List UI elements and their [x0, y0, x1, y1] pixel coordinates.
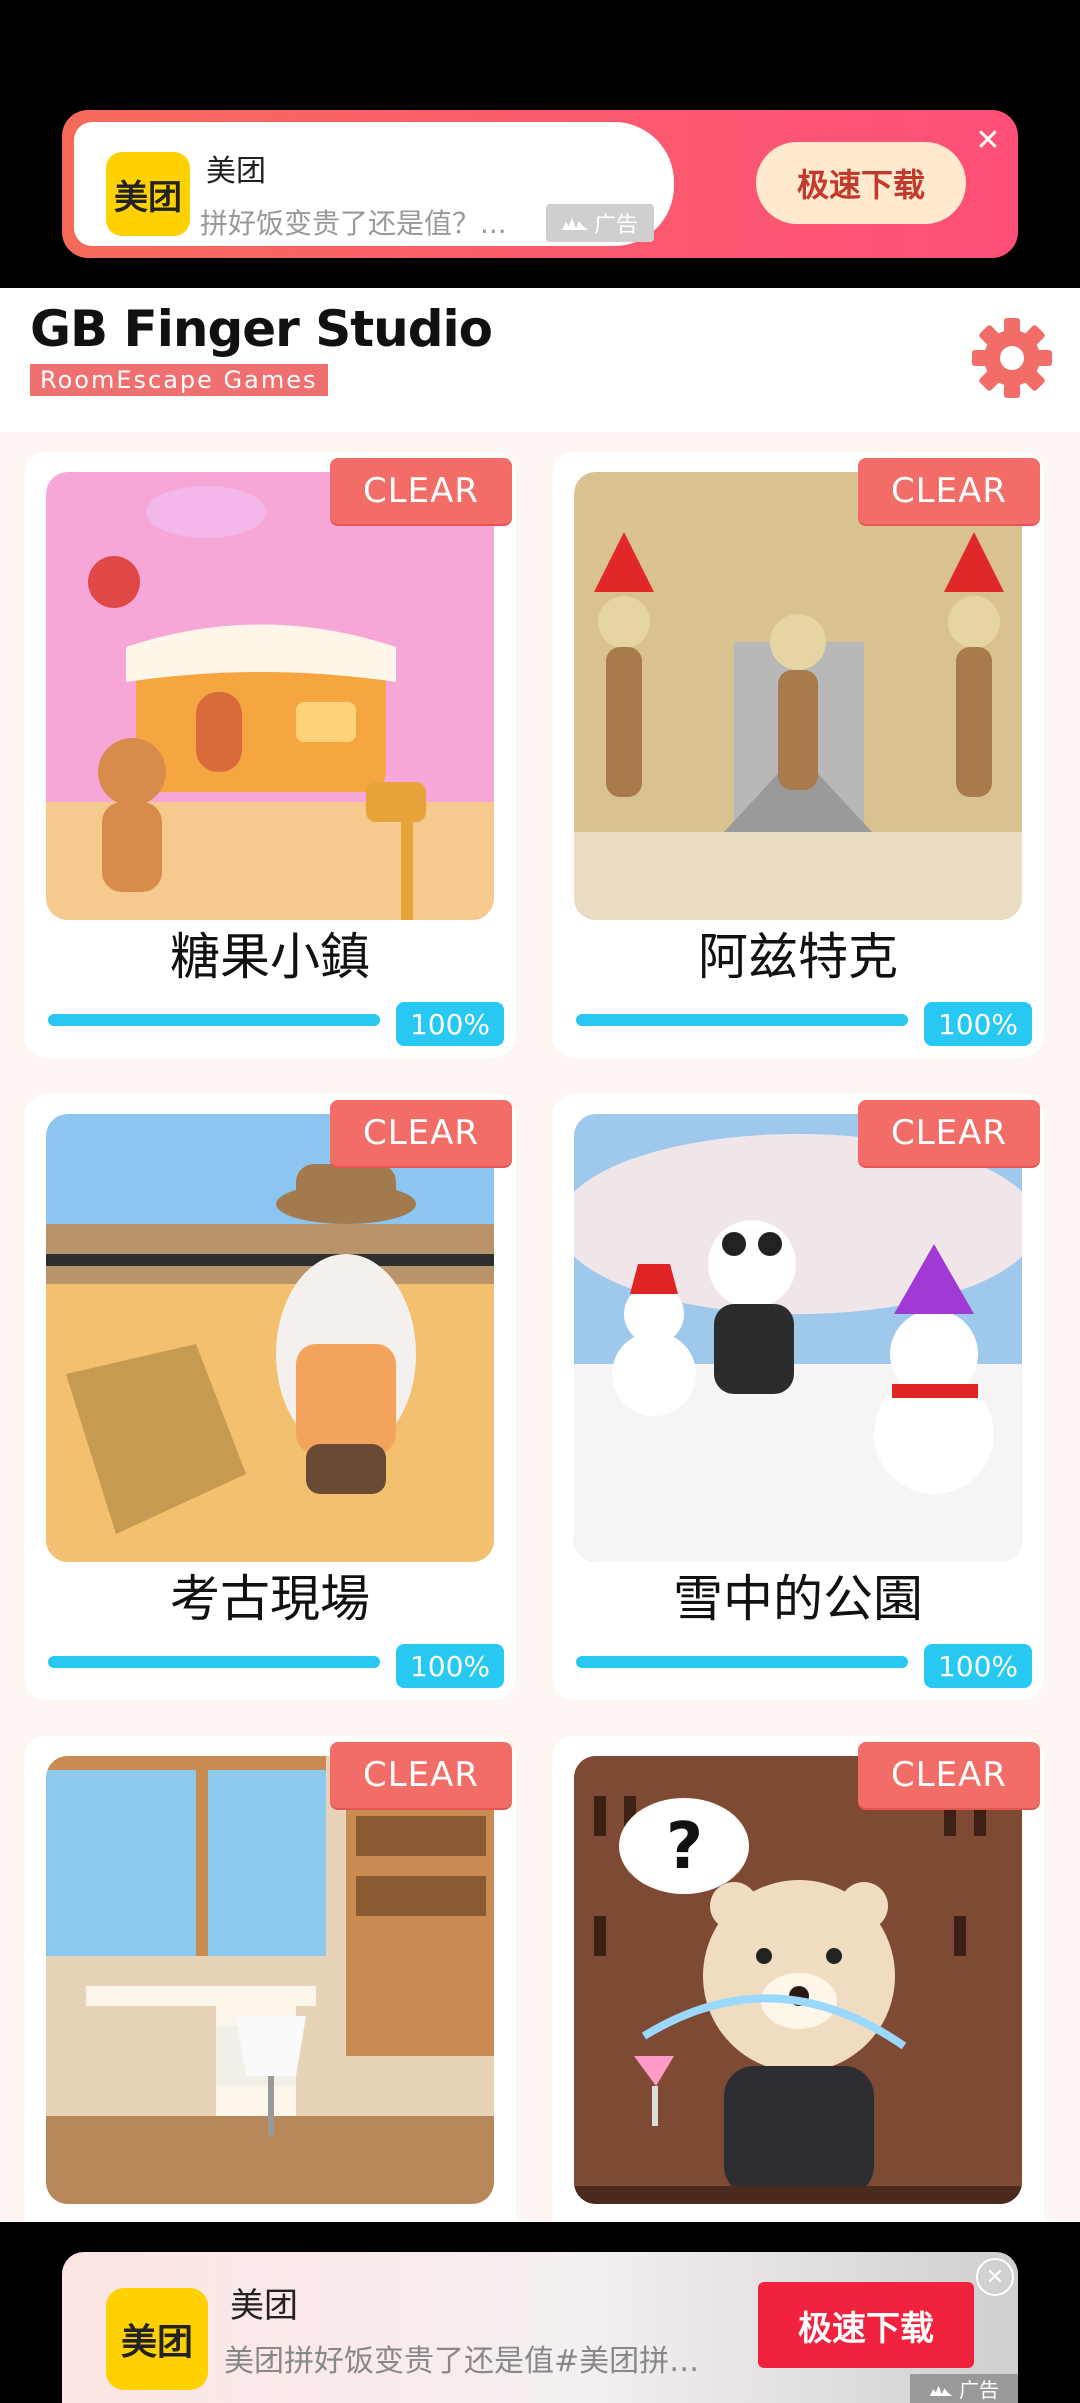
game-title [24, 2204, 516, 2222]
studio-logo-title: GB Finger Studio [30, 300, 493, 358]
game-card-bear-bar[interactable]: ? CLEAR [552, 1736, 1044, 2222]
ad-tag-label: 广告 [959, 2378, 999, 2402]
ad-title: 美团 [206, 154, 266, 189]
game-card-candy-town[interactable]: CLEAR 糖果小鎮 100% [24, 452, 516, 1058]
studio-subtitle: RoomEscape Games [30, 364, 328, 396]
gear-icon[interactable] [968, 314, 1056, 402]
meituan-logo: 美团 [106, 152, 190, 236]
ad-signal-icon [929, 2377, 953, 2401]
ad-title: 美团 [230, 2286, 298, 2326]
meituan-logo: 美团 [106, 2288, 208, 2390]
game-title: 阿兹特克 [698, 928, 898, 986]
progress-percent: 100% [396, 1002, 504, 1046]
game-thumbnail [46, 472, 494, 920]
ad-signal-icon [561, 211, 588, 236]
clear-badge: CLEAR [858, 1100, 1040, 1166]
ad-description: 美团拼好饭变贵了还是值#美团拼… [224, 2344, 700, 2379]
ad-tag: 广告 [546, 204, 654, 242]
close-icon[interactable]: ✕ [968, 120, 1008, 160]
app-header: GB Finger Studio RoomEscape Games [0, 288, 1080, 432]
progress-bar [48, 1656, 380, 1668]
ad-download-button[interactable]: 极速下载 [756, 142, 966, 224]
game-card-snowy-park[interactable]: CLEAR 雪中的公園 100% [552, 1094, 1044, 1700]
ad-card: 美团 美团 拼好饭变贵了还是值？... 广告 [74, 122, 674, 246]
game-thumbnail [574, 1114, 1022, 1562]
game-thumbnail [46, 1114, 494, 1562]
progress-percent: 100% [924, 1644, 1032, 1688]
ad-description: 拼好饭变贵了还是值？... [200, 207, 507, 240]
clear-badge: CLEAR [858, 1742, 1040, 1808]
game-title: 糖果小鎮 [170, 928, 370, 986]
svg-text:?: ? [666, 1810, 703, 1884]
game-card-aztec[interactable]: CLEAR 阿兹特克 100% [552, 452, 1044, 1058]
game-title: 考古現場 [170, 1570, 370, 1628]
game-grid: CLEAR 糖果小鎮 100% CLEAR 阿兹特克 100% CLEAR 考古… [0, 432, 1080, 2222]
progress-bar [48, 1014, 380, 1026]
progress-percent: 100% [396, 1644, 504, 1688]
progress-percent: 100% [924, 1002, 1032, 1046]
clear-badge: CLEAR [330, 1100, 512, 1166]
bottom-ad-banner[interactable]: 美团 美团 美团拼好饭变贵了还是值#美团拼… 极速下载 ✕ 广告 [62, 2252, 1018, 2403]
ad-download-button[interactable]: 极速下载 [758, 2282, 974, 2368]
game-title: 雪中的公園 [673, 1570, 923, 1628]
game-thumbnail [46, 1756, 494, 2204]
game-thumbnail [574, 472, 1022, 920]
clear-badge: CLEAR [330, 1742, 512, 1808]
clear-badge: CLEAR [330, 458, 512, 524]
game-thumbnail: ? [574, 1756, 1022, 2204]
game-card-study-room[interactable]: CLEAR [24, 1736, 516, 2222]
ad-tag: 广告 [910, 2374, 1018, 2403]
close-icon[interactable]: ✕ [976, 2258, 1014, 2296]
progress-bar [576, 1656, 908, 1668]
progress-bar [576, 1014, 908, 1026]
game-title [552, 2204, 1044, 2222]
game-card-excavation[interactable]: CLEAR 考古現場 100% [24, 1094, 516, 1700]
clear-badge: CLEAR [858, 458, 1040, 524]
top-ad-banner[interactable]: 美团 美团 拼好饭变贵了还是值？... 广告 极速下载 ✕ [62, 110, 1018, 258]
ad-tag-label: 广告 [593, 213, 638, 238]
